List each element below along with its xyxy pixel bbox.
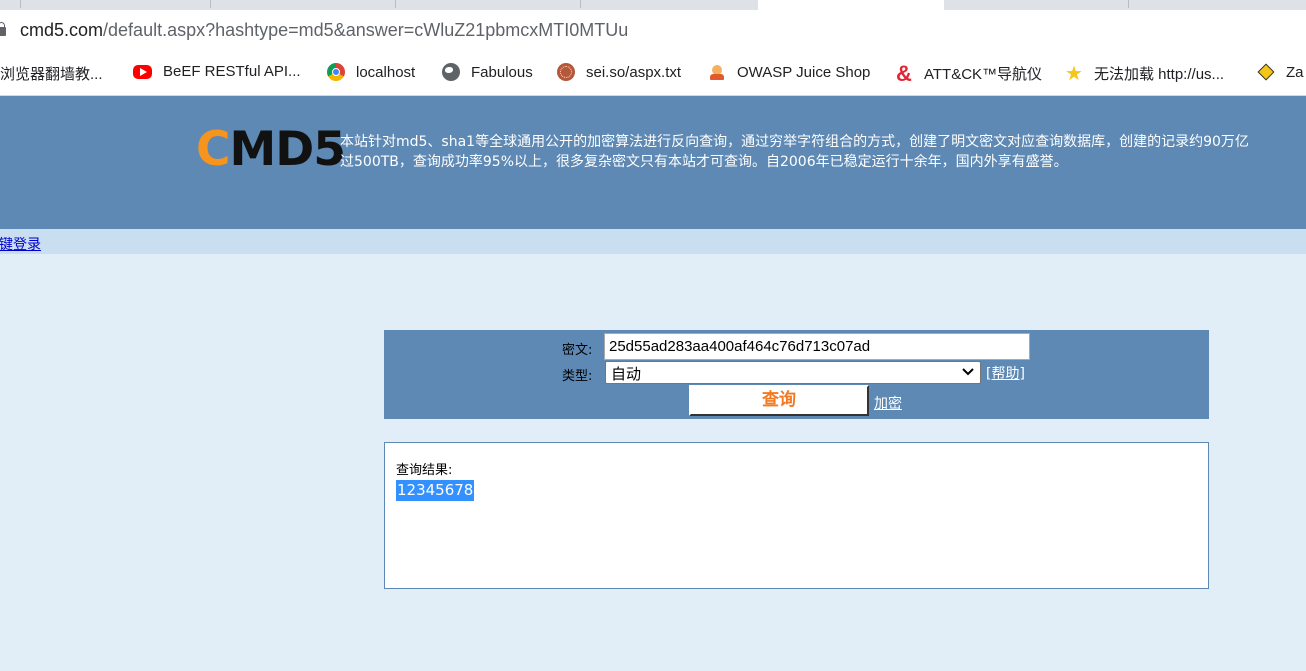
diamond-icon xyxy=(1257,63,1275,81)
star-icon: ★ xyxy=(1065,62,1083,85)
logo-letters-md5: MD5 xyxy=(229,122,346,177)
one-click-login-link[interactable]: 键登录 xyxy=(0,234,41,254)
lock-icon[interactable] xyxy=(0,22,6,36)
type-label: 类型: xyxy=(562,369,593,384)
cipher-label: 密文: xyxy=(562,343,593,358)
intro-line: 本站针对md5、sha1等全球通用公开的加密算法进行反向查询，通过穷举字符组合的… xyxy=(340,134,1249,150)
ampersand-icon: & xyxy=(896,60,912,86)
result-box: 查询结果: 12345678 xyxy=(384,442,1209,589)
result-value[interactable]: 12345678 xyxy=(396,480,475,501)
youtube-icon xyxy=(133,64,152,79)
chrome-icon xyxy=(327,63,345,81)
bookmark-label: localhost xyxy=(356,63,416,81)
bookmark-item[interactable]: ★ 无法加载 http://us... xyxy=(1065,63,1224,84)
bookmark-item[interactable]: sei.so/aspx.txt xyxy=(557,63,681,81)
tab-separator xyxy=(1128,0,1129,8)
bookmark-item[interactable]: & ATT&CK™导航仪 xyxy=(895,60,1043,86)
url-text[interactable]: cmd5.com/default.aspx?hashtype=md5&answe… xyxy=(20,20,628,41)
bookmark-item[interactable]: Za xyxy=(1257,63,1304,81)
bookmark-label: 浏览器翻墙教... xyxy=(0,66,103,83)
cipher-input[interactable] xyxy=(604,333,1030,360)
tab-strip xyxy=(0,0,1306,10)
login-strip: 键登录 xyxy=(0,229,1306,254)
bookmark-item[interactable]: BeEF RESTful API... xyxy=(133,63,301,80)
url-path: /default.aspx?hashtype=md5&answer=cWluZ2… xyxy=(103,20,629,40)
globe-icon xyxy=(442,63,460,81)
bookmark-label: sei.so/aspx.txt xyxy=(586,63,682,81)
bookmark-item[interactable]: localhost xyxy=(327,63,415,81)
juice-icon xyxy=(708,63,726,81)
query-button[interactable]: 查询 xyxy=(689,385,869,416)
bookmark-item[interactable]: 浏览器翻墙教... xyxy=(0,63,103,84)
bookmark-label: ATT&CK™导航仪 xyxy=(924,66,1043,83)
tab-separator xyxy=(580,0,581,8)
chevron-down-icon xyxy=(962,365,974,380)
site-header: C MD5 本站针对md5、sha1等全球通用公开的加密算法进行反向查询，通过穷举… xyxy=(0,96,1306,229)
url-host: cmd5.com xyxy=(20,20,104,40)
site-intro: 本站针对md5、sha1等全球通用公开的加密算法进行反向查询，通过穷举字符组合的… xyxy=(340,132,1306,172)
bookmark-item[interactable]: OWASP Juice Shop xyxy=(708,63,870,81)
tab-separator xyxy=(20,0,21,8)
ball-icon xyxy=(557,63,575,81)
tab-separator xyxy=(395,0,396,8)
result-label: 查询结果: xyxy=(396,463,453,478)
encrypt-link[interactable]: 加密 xyxy=(874,393,902,413)
bookmark-item[interactable]: Fabulous xyxy=(442,63,533,81)
address-bar[interactable]: cmd5.com/default.aspx?hashtype=md5&answe… xyxy=(0,10,1306,50)
cmd5-logo[interactable]: C MD5 xyxy=(196,122,346,177)
query-form: 密文: 类型: 自动 [帮助] 查询 加密 xyxy=(384,330,1209,419)
help-link[interactable]: [帮助] xyxy=(986,363,1025,383)
bookmark-label: BeEF RESTful API... xyxy=(163,63,301,80)
bookmark-label: Za xyxy=(1286,63,1304,81)
type-selected-value: 自动 xyxy=(611,365,642,383)
intro-line: 过500TB，查询成功率95%以上，很多复杂密文只有本站才可查询。自2006年已… xyxy=(340,154,1068,170)
bookmark-label: OWASP Juice Shop xyxy=(737,63,871,81)
active-tab[interactable] xyxy=(758,0,944,10)
bookmarks-bar: 浏览器翻墙教... BeEF RESTful API... localhost … xyxy=(0,50,1306,96)
hash-type-select[interactable]: 自动 xyxy=(605,361,981,384)
bookmark-label: 无法加载 http://us... xyxy=(1094,66,1225,83)
logo-letter-c: C xyxy=(196,122,230,177)
tab-separator xyxy=(210,0,211,8)
bookmark-label: Fabulous xyxy=(471,63,533,81)
